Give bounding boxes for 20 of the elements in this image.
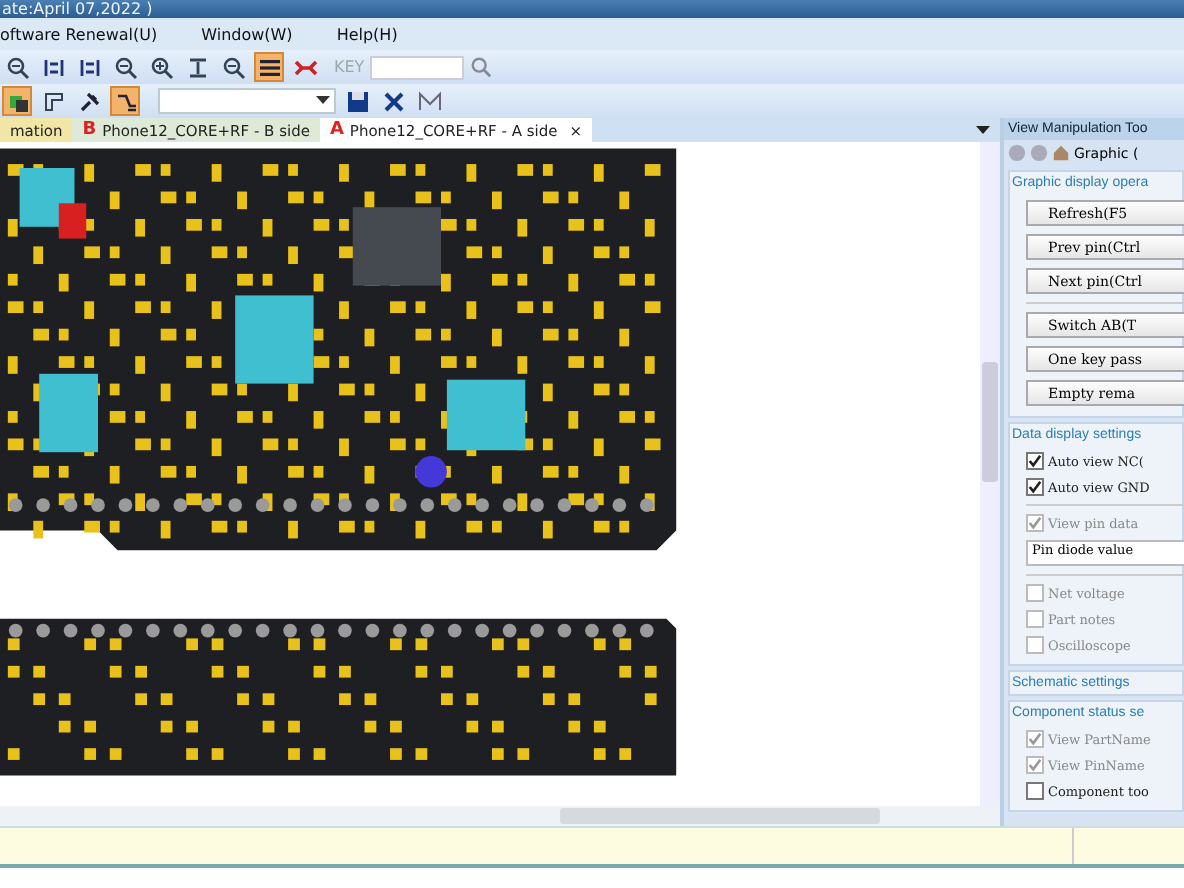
key-input-field[interactable] [370,55,465,79]
layers-icon[interactable] [2,86,32,116]
scrollbar-thumb[interactable] [560,808,880,824]
menu-item[interactable]: oftware Renewal(U) [0,25,158,43]
save-icon[interactable] [342,86,372,116]
search-icon[interactable] [470,56,493,78]
dropdown-arrow-icon[interactable] [316,96,330,106]
zoom-out-icon[interactable] [110,52,140,82]
checkbox[interactable] [1026,478,1044,496]
dropdown-field[interactable] [158,88,336,114]
checkbox[interactable] [1026,452,1044,470]
checkbox[interactable] [1026,782,1044,800]
menu-item[interactable]: Help(H) [336,25,398,43]
key-label: KEY [334,58,365,76]
menu-item[interactable]: Window(W) [201,25,293,43]
window-title: ate:April 07,2022 ) [2,0,153,18]
list-icon[interactable] [254,52,284,82]
scrollbar-thumb[interactable] [982,362,998,482]
dropdown-arrow-icon[interactable] [976,125,990,135]
zoom-in-icon[interactable] [146,52,176,82]
